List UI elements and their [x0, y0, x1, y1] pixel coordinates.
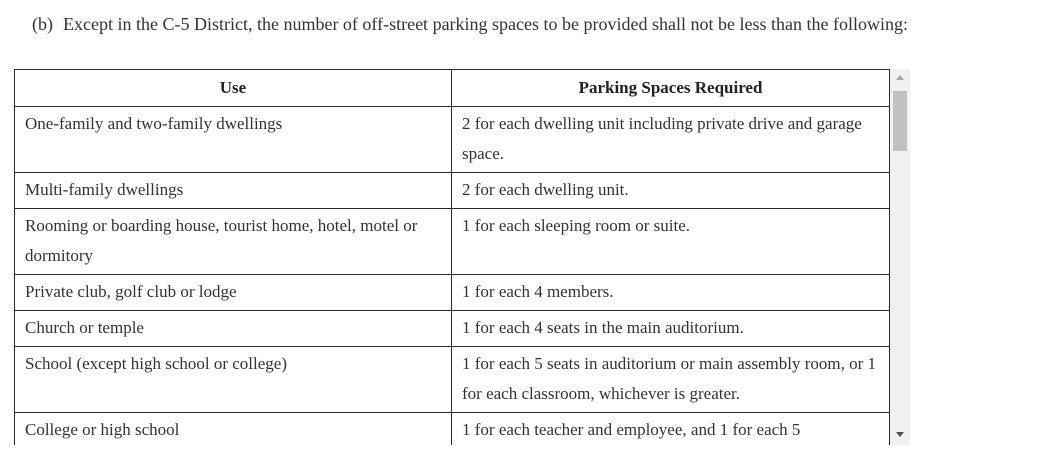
table-row: Rooming or boarding house, tourist home,… [14, 208, 890, 275]
parking-cell: 2 for each dwelling unit. [451, 172, 890, 209]
table-row: Multi-family dwellings 2 for each dwelli… [14, 172, 890, 209]
scrollbar-thumb[interactable] [893, 91, 907, 151]
parking-requirements-table: Use Parking Spaces Required One-family a… [14, 69, 890, 445]
table-header-row: Use Parking Spaces Required [14, 69, 890, 107]
use-cell: One-family and two-family dwellings [14, 106, 452, 173]
use-cell: School (except high school or college) [14, 346, 452, 413]
intro-paragraph: (b) Except in the C-5 District, the numbe… [32, 14, 908, 35]
table-row: College or high school 1 for each teache… [14, 412, 890, 445]
table-viewport[interactable]: Use Parking Spaces Required One-family a… [14, 69, 910, 445]
use-cell: Rooming or boarding house, tourist home,… [14, 208, 452, 275]
use-cell: Private club, golf club or lodge [14, 274, 452, 311]
table-row: School (except high school or college) 1… [14, 346, 890, 413]
use-cell: College or high school [14, 412, 452, 445]
column-header-parking-spaces: Parking Spaces Required [451, 69, 890, 107]
vertical-scrollbar[interactable] [890, 69, 910, 445]
chevron-down-icon[interactable] [896, 432, 904, 437]
use-cell: Multi-family dwellings [14, 172, 452, 209]
parking-cell: 1 for each 4 seats in the main auditoriu… [451, 310, 890, 347]
column-header-use: Use [14, 69, 452, 107]
table-row: Private club, golf club or lodge 1 for e… [14, 274, 890, 311]
parking-cell: 1 for each sleeping room or suite. [451, 208, 890, 275]
chevron-up-icon[interactable] [896, 75, 904, 80]
table-row: One-family and two-family dwellings 2 fo… [14, 106, 890, 173]
intro-text: Except in the C-5 District, the number o… [63, 14, 908, 34]
parking-cell: 1 for each 5 seats in auditorium or main… [451, 346, 890, 413]
use-cell: Church or temple [14, 310, 452, 347]
parking-cell: 1 for each teacher and employee, and 1 f… [451, 412, 890, 445]
parking-cell: 2 for each dwelling unit including priva… [451, 106, 890, 173]
clause-marker: (b) [32, 14, 53, 34]
parking-cell: 1 for each 4 members. [451, 274, 890, 311]
table-row: Church or temple 1 for each 4 seats in t… [14, 310, 890, 347]
